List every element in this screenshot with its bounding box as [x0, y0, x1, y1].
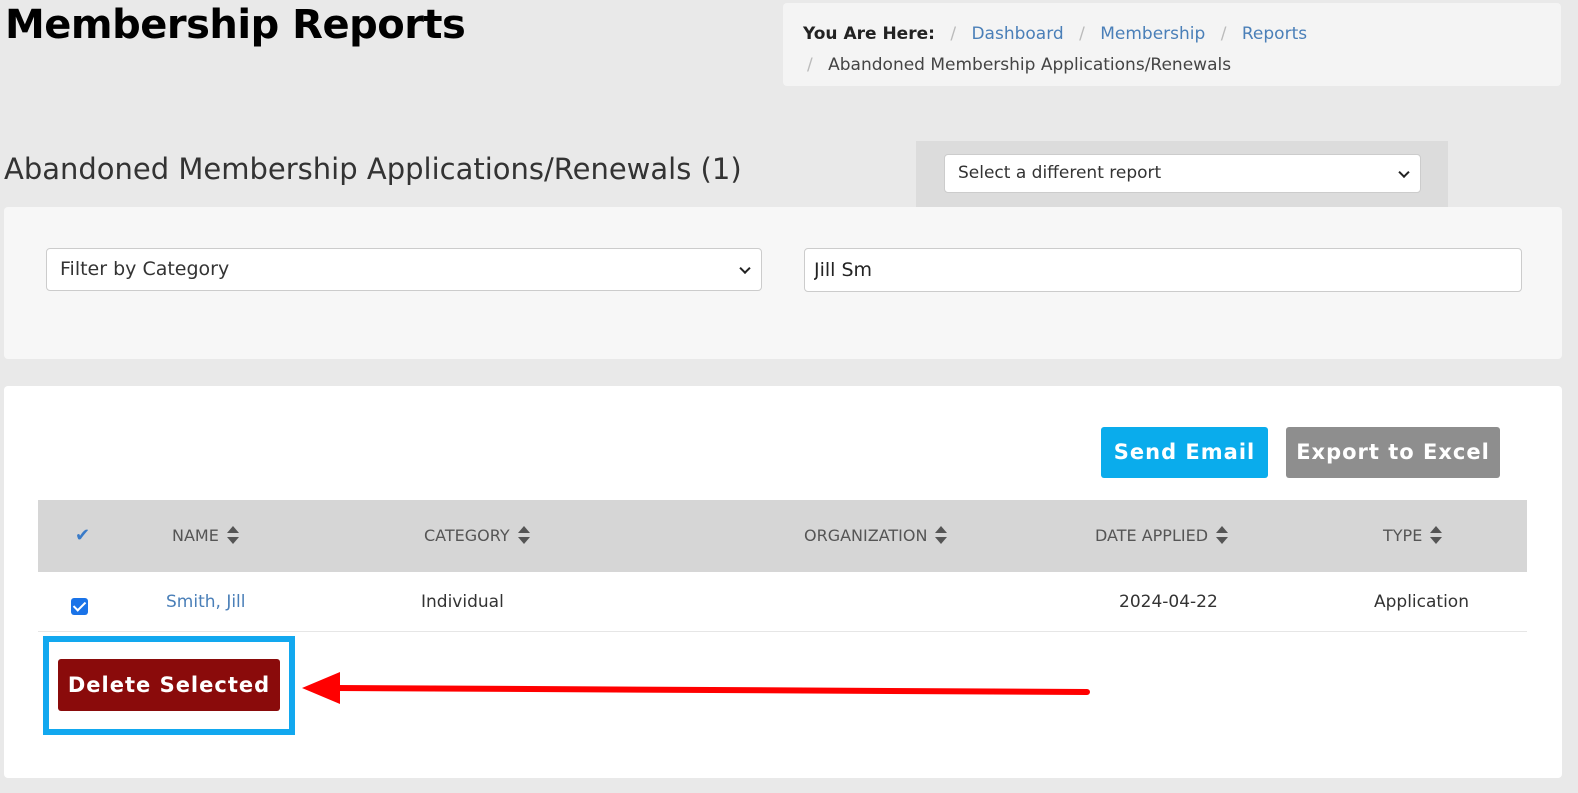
breadcrumb-link-membership[interactable]: Membership	[1100, 24, 1205, 44]
column-header-label: TYPE	[1383, 526, 1423, 545]
sort-icon	[226, 525, 239, 544]
table-row: Smith, Jill Individual 2024-04-22 Applic…	[38, 572, 1527, 632]
breadcrumb-link-dashboard[interactable]: Dashboard	[971, 24, 1063, 44]
row-select-checkbox[interactable]	[71, 598, 88, 615]
cell-date-applied: 2024-04-22	[1119, 592, 1218, 612]
column-header-organization[interactable]: ORGANIZATION	[804, 500, 948, 572]
column-header-label: CATEGORY	[424, 526, 510, 545]
sort-icon	[1430, 525, 1443, 544]
page: Membership Reports You Are Here: / Dashb…	[0, 0, 1578, 793]
report-select-value: Select a different report	[958, 163, 1162, 183]
column-header-label: DATE APPLIED	[1095, 526, 1209, 545]
column-header-label: ORGANIZATION	[804, 526, 928, 545]
send-email-button[interactable]: Send Email	[1101, 427, 1268, 478]
breadcrumb-link-reports[interactable]: Reports	[1242, 24, 1307, 44]
arrow-left-icon	[302, 672, 1090, 704]
category-filter-select[interactable]: Filter by Category	[46, 248, 762, 291]
results-panel: Send Email Export to Excel ✔ NAME CATEGO…	[4, 386, 1562, 778]
cell-name: Smith, Jill	[166, 572, 246, 632]
breadcrumb-current: Abandoned Membership Applications/Renewa…	[828, 55, 1232, 75]
member-name-link[interactable]: Smith, Jill	[166, 592, 246, 612]
breadcrumb: You Are Here: / Dashboard / Membership /…	[783, 3, 1561, 86]
breadcrumb-line-1: You Are Here: / Dashboard / Membership /…	[803, 19, 1541, 50]
delete-selected-button[interactable]: Delete Selected	[58, 659, 280, 711]
sort-icon	[1216, 525, 1229, 544]
report-heading: Abandoned Membership Applications/Renewa…	[4, 152, 742, 186]
column-header-type[interactable]: TYPE	[1383, 500, 1443, 572]
breadcrumb-line-2: / Abandoned Membership Applications/Rene…	[803, 50, 1541, 81]
cell-category: Individual	[421, 592, 504, 612]
table-header: ✔ NAME CATEGORY ORGANIZATION DATE APPLIE…	[38, 500, 1527, 572]
search-input[interactable]	[804, 248, 1522, 292]
sort-icon	[517, 525, 530, 544]
cell-type: Application	[1374, 592, 1469, 612]
column-header-date-applied[interactable]: DATE APPLIED	[1095, 500, 1229, 572]
column-header-name[interactable]: NAME	[172, 500, 239, 572]
breadcrumb-separator: /	[807, 55, 813, 75]
column-header-category[interactable]: CATEGORY	[424, 500, 530, 572]
category-filter-value: Filter by Category	[60, 258, 230, 280]
report-select[interactable]: Select a different report	[944, 154, 1421, 193]
filter-panel: Filter by Category	[4, 207, 1562, 359]
select-all-toggle[interactable]: ✔	[75, 500, 90, 572]
page-title: Membership Reports	[5, 2, 466, 48]
report-select-container: Select a different report	[916, 141, 1448, 207]
export-to-excel-button[interactable]: Export to Excel	[1286, 427, 1500, 478]
breadcrumb-label: You Are Here:	[803, 24, 935, 44]
sort-icon	[935, 525, 948, 544]
chevron-down-icon	[1398, 166, 1410, 178]
chevron-down-icon	[739, 262, 751, 274]
breadcrumb-separator: /	[950, 24, 957, 44]
check-icon: ✔	[75, 525, 91, 546]
breadcrumb-separator: /	[1079, 24, 1085, 44]
breadcrumb-separator: /	[1220, 24, 1227, 44]
column-header-label: NAME	[172, 526, 219, 545]
